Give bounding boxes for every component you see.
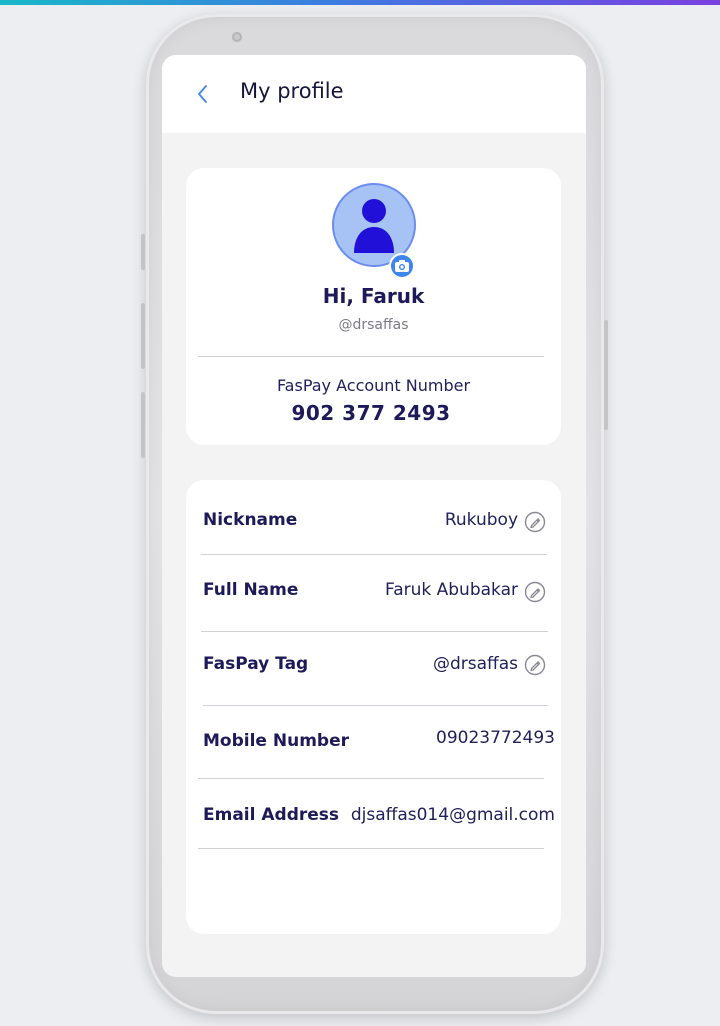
divider bbox=[201, 631, 548, 632]
email-address-label: Email Address bbox=[203, 805, 340, 825]
faspay-tag-label: FasPay Tag bbox=[203, 654, 309, 674]
divider bbox=[198, 848, 544, 849]
divider bbox=[198, 778, 544, 779]
mobile-number-label: Mobile Number bbox=[203, 731, 349, 751]
back-button[interactable] bbox=[192, 81, 216, 107]
mobile-number-value: 09023772493 bbox=[436, 728, 555, 748]
profile-card: Hi, Faruk @drsaffas FasPay Account Numbe… bbox=[186, 168, 561, 445]
app-header: My profile bbox=[162, 55, 586, 133]
faspay-tag-value: @drsaffas bbox=[432, 654, 518, 674]
email-address-value: djsaffas014@gmail.com bbox=[350, 805, 555, 825]
side-button-1 bbox=[141, 234, 145, 270]
divider bbox=[201, 554, 547, 555]
change-photo-button[interactable] bbox=[389, 253, 415, 279]
chevron-left-icon bbox=[198, 85, 207, 103]
front-camera bbox=[232, 32, 242, 42]
account-number-value: 902 377 2493 bbox=[291, 401, 451, 425]
page-title: My profile bbox=[240, 79, 344, 103]
edit-pencil-icon[interactable] bbox=[524, 511, 546, 533]
user-greeting: Hi, Faruk bbox=[322, 284, 425, 308]
phone-screen: My profile Hi, Faruk @drsaffas FasPay Ac… bbox=[162, 55, 586, 977]
edit-pencil-icon[interactable] bbox=[524, 581, 546, 603]
account-number-label: FasPay Account Number bbox=[276, 376, 471, 395]
edit-pencil-icon[interactable] bbox=[524, 654, 546, 676]
divider bbox=[198, 356, 544, 357]
camera-icon bbox=[395, 260, 409, 272]
profile-details-card: Nickname Rukuboy Full Name Faruk Abubaka… bbox=[186, 480, 561, 934]
side-button-2 bbox=[141, 303, 145, 369]
user-handle: @drsaffas bbox=[338, 317, 409, 333]
side-button-3 bbox=[141, 392, 145, 458]
nickname-label: Nickname bbox=[203, 510, 298, 530]
full-name-value: Faruk Abubakar bbox=[384, 580, 518, 600]
top-accent-bar bbox=[0, 0, 720, 5]
nickname-value: Rukuboy bbox=[444, 510, 518, 530]
side-button-4 bbox=[604, 320, 608, 430]
full-name-label: Full Name bbox=[203, 580, 299, 600]
divider bbox=[203, 705, 548, 706]
